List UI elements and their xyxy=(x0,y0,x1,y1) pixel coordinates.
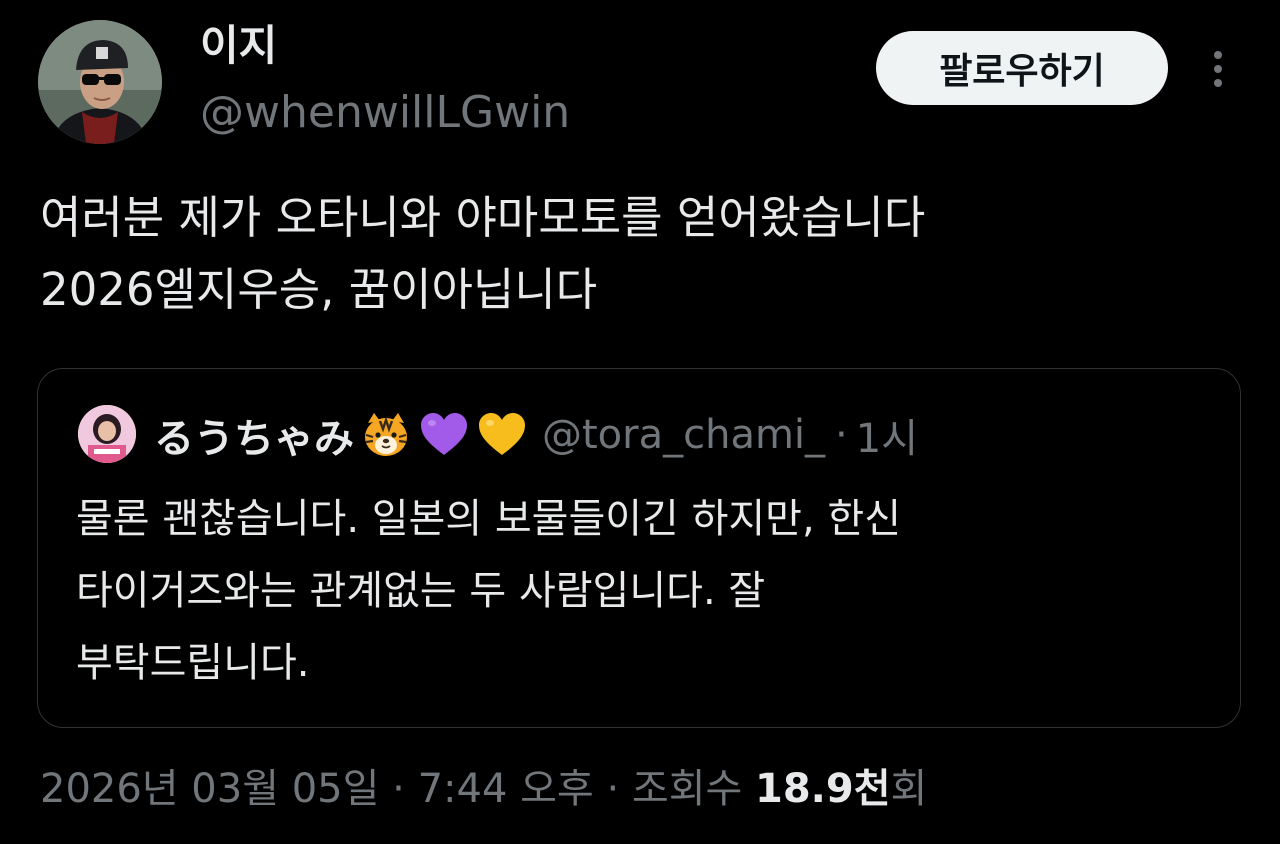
author-avatar[interactable] xyxy=(38,20,162,144)
separator-dot: · xyxy=(392,766,405,812)
views-count: 18.9천 xyxy=(755,766,891,812)
quote-header: るうちゃみ @tora_chami_ · 1시 xyxy=(154,405,918,465)
views-label: 조회수 xyxy=(631,766,743,812)
quote-author-avatar[interactable] xyxy=(78,405,136,463)
more-options-button[interactable] xyxy=(1196,44,1240,94)
author-name[interactable]: 이지 xyxy=(200,16,277,76)
separator-dot: · xyxy=(606,766,620,812)
tweet-text-line: 여러분 제가 오타니와 야마모토를 얻어왔습니다 xyxy=(40,191,926,244)
tweet-time[interactable]: 7:44 오후 xyxy=(418,766,594,812)
quote-author-handle[interactable]: @tora_chami_ xyxy=(542,412,825,458)
quote-author-name[interactable]: るうちゃみ xyxy=(154,406,354,464)
follow-button[interactable]: 팔로우하기 xyxy=(876,31,1168,105)
purple-heart-icon xyxy=(421,413,467,455)
tweet-date[interactable]: 2026년 03월 05일 xyxy=(40,766,379,812)
quote-text-line: 타이거즈와는 관계없는 두 사람입니다. 잘 xyxy=(76,568,766,614)
author-handle[interactable]: @whenwillLGwin xyxy=(200,84,570,142)
avatar-image xyxy=(78,405,136,463)
quote-text: 물론 괜찮습니다. 일본의 보물들이긴 하지만, 한신 타이거즈와는 관계없는 … xyxy=(76,483,1206,699)
tweet-meta: 2026년 03월 05일 · 7:44 오후 · 조회수 18.9천회 xyxy=(40,760,927,818)
more-vertical-icon xyxy=(1214,51,1222,87)
separator-dot: · xyxy=(835,412,848,458)
quote-name-emojis xyxy=(360,409,528,461)
avatar-image xyxy=(38,20,162,144)
views-suffix: 회 xyxy=(890,766,928,812)
yellow-heart-icon xyxy=(479,413,525,455)
tweet-text: 여러분 제가 오타니와 야마모토를 얻어왔습니다 2026엘지우승, 꿈이아닙니… xyxy=(40,182,1240,326)
quote-text-line: 부탁드립니다. xyxy=(76,640,310,686)
tweet-text-line: 2026엘지우승, 꿈이아닙니다 xyxy=(40,263,598,316)
quoted-tweet-card[interactable]: るうちゃみ @tora_chami_ · 1시 물론 괜찮습니다. 일본의 보물… xyxy=(37,368,1241,728)
tiger-face-icon xyxy=(365,413,407,456)
quote-timestamp[interactable]: 1시 xyxy=(856,406,918,464)
quote-text-line: 물론 괜찮습니다. 일본의 보물들이긴 하지만, 한신 xyxy=(76,496,902,542)
